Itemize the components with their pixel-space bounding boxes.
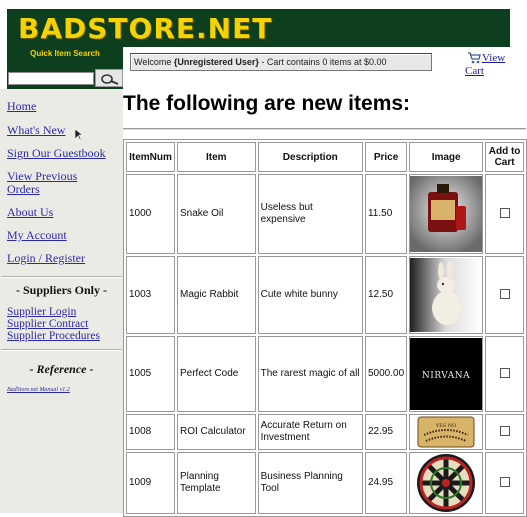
add-to-cart-checkbox[interactable] [499, 289, 510, 300]
welcome-bar: Welcome {Unregistered User} - Cart conta… [123, 47, 526, 89]
nirvana-logo-text: NIRVANA [422, 371, 470, 381]
sidebar-item-login-register[interactable]: Login / Register [7, 252, 85, 265]
add-to-cart-cell [485, 174, 524, 254]
cart-summary: - Cart contains 0 items at $0.00 [258, 57, 387, 67]
page-title: The following are new items: [123, 92, 411, 115]
item-price: 24.95 [364, 452, 408, 514]
suppliers-heading: - Suppliers Only - [15, 283, 108, 297]
table-row: 1009 Planning Template Business Planning… [126, 452, 524, 514]
title-divider [123, 128, 526, 130]
item-image-cell: YES NO [409, 414, 484, 450]
item-number: 1003 [126, 256, 175, 334]
view-cart-label-line2: Cart [465, 65, 484, 77]
previous-orders-line1: View Previous [7, 169, 78, 183]
add-to-cart-checkbox[interactable] [499, 477, 510, 488]
item-description: The rarest magic of all [257, 336, 363, 412]
add-to-cart-cell [485, 452, 524, 514]
sidebar-item-guestbook[interactable]: Sign Our Guestbook [7, 147, 106, 160]
table-row: 1005 Perfect Code The rarest magic of al… [126, 336, 524, 412]
header-banner: BADSTORE.NET [7, 9, 510, 47]
table-row: 1008 ROI Calculator Accurate Return on I… [126, 414, 524, 450]
snake-oil-image[interactable] [410, 176, 483, 252]
item-description: Cute white bunny [257, 256, 363, 334]
perfect-code-image[interactable]: NIRVANA [410, 338, 483, 410]
column-header-itemnum: ItemNum [126, 142, 175, 172]
add-to-cart-checkbox[interactable] [499, 208, 510, 219]
item-price: 12.50 [364, 256, 408, 334]
add-to-cart-checkbox[interactable] [499, 426, 510, 437]
item-name: Planning Template [176, 452, 256, 514]
view-cart-link[interactable]: View Cart [465, 52, 525, 78]
shopping-cart-icon [468, 52, 481, 64]
reference-heading: - Reference - [29, 362, 94, 376]
roi-calculator-image[interactable]: YES NO [416, 415, 476, 449]
previous-orders-line2: Orders [7, 182, 40, 196]
sidebar-item-about-us[interactable]: About Us [7, 206, 53, 219]
item-name: Snake Oil [176, 174, 256, 254]
table-row: 1000 Snake Oil Useless but expensive 11.… [126, 174, 524, 254]
magnifier-icon [101, 74, 119, 85]
ouija-board-text: YES NO [435, 423, 456, 429]
add-to-cart-checkbox[interactable] [499, 368, 510, 379]
supplier-procedures-link[interactable]: Supplier Procedures [7, 330, 100, 342]
new-items-table: ItemNum Item Description Price Image Add… [123, 139, 527, 517]
quick-search-label: Quick Item Search [30, 49, 100, 58]
welcome-prefix: Welcome [134, 57, 174, 67]
add-to-cart-cell [485, 414, 524, 450]
item-image-cell [409, 256, 484, 334]
sidebar-item-my-account[interactable]: My Account [7, 229, 67, 242]
welcome-message: Welcome {Unregistered User} - Cart conta… [130, 53, 432, 71]
item-price: 5000.00 [364, 336, 408, 412]
item-price: 11.50 [364, 174, 408, 254]
badstore-logo[interactable]: BADSTORE.NET [18, 14, 272, 44]
item-number: 1005 [126, 336, 175, 412]
sidebar-item-home[interactable]: Home [7, 100, 36, 113]
item-name: Perfect Code [176, 336, 256, 412]
table-header-row: ItemNum Item Description Price Image Add… [126, 142, 524, 172]
column-header-item: Item [176, 142, 256, 172]
sidebar-item-previous-orders[interactable]: View Previous Orders [7, 170, 77, 196]
item-description: Useless but expensive [257, 174, 363, 254]
mouse-pointer-icon [75, 129, 83, 141]
column-header-description: Description [257, 142, 363, 172]
column-header-price: Price [364, 142, 408, 172]
sidebar-item-whats-new[interactable]: What's New [7, 124, 65, 137]
welcome-user: {Unregistered User} [173, 57, 259, 67]
sidebar-divider [1, 349, 122, 351]
table-row: 1003 Magic Rabbit Cute white bunny 12.50 [126, 256, 524, 334]
quick-search-button[interactable] [95, 69, 123, 87]
item-number: 1000 [126, 174, 175, 254]
planning-template-image[interactable] [416, 453, 476, 513]
item-number: 1009 [126, 452, 175, 514]
quick-search-input[interactable] [8, 72, 94, 85]
column-header-image: Image [409, 142, 484, 172]
item-image-cell [409, 452, 484, 514]
supplier-contract-link[interactable]: Supplier Contract [7, 318, 88, 330]
item-name: ROI Calculator [176, 414, 256, 450]
column-header-add-to-cart: Add to Cart [485, 142, 524, 172]
sidebar-divider [1, 276, 122, 278]
add-to-cart-cell [485, 336, 524, 412]
item-image-cell: NIRVANA [409, 336, 484, 412]
item-price: 22.95 [364, 414, 408, 450]
magic-rabbit-image[interactable] [410, 258, 483, 332]
add-to-cart-cell [485, 256, 524, 334]
quick-search-panel: Quick Item Search [7, 47, 123, 89]
supplier-login-link[interactable]: Supplier Login [7, 306, 76, 318]
sidebar: Home What's New Sign Our Guestbook View … [0, 89, 123, 513]
item-name: Magic Rabbit [176, 256, 256, 334]
item-description: Accurate Return on Investment [257, 414, 363, 450]
item-image-cell [409, 174, 484, 254]
item-number: 1008 [126, 414, 175, 450]
item-description: Business Planning Tool [257, 452, 363, 514]
badstore-manual-link[interactable]: BadStore.net Manual v1.2 [7, 387, 70, 393]
